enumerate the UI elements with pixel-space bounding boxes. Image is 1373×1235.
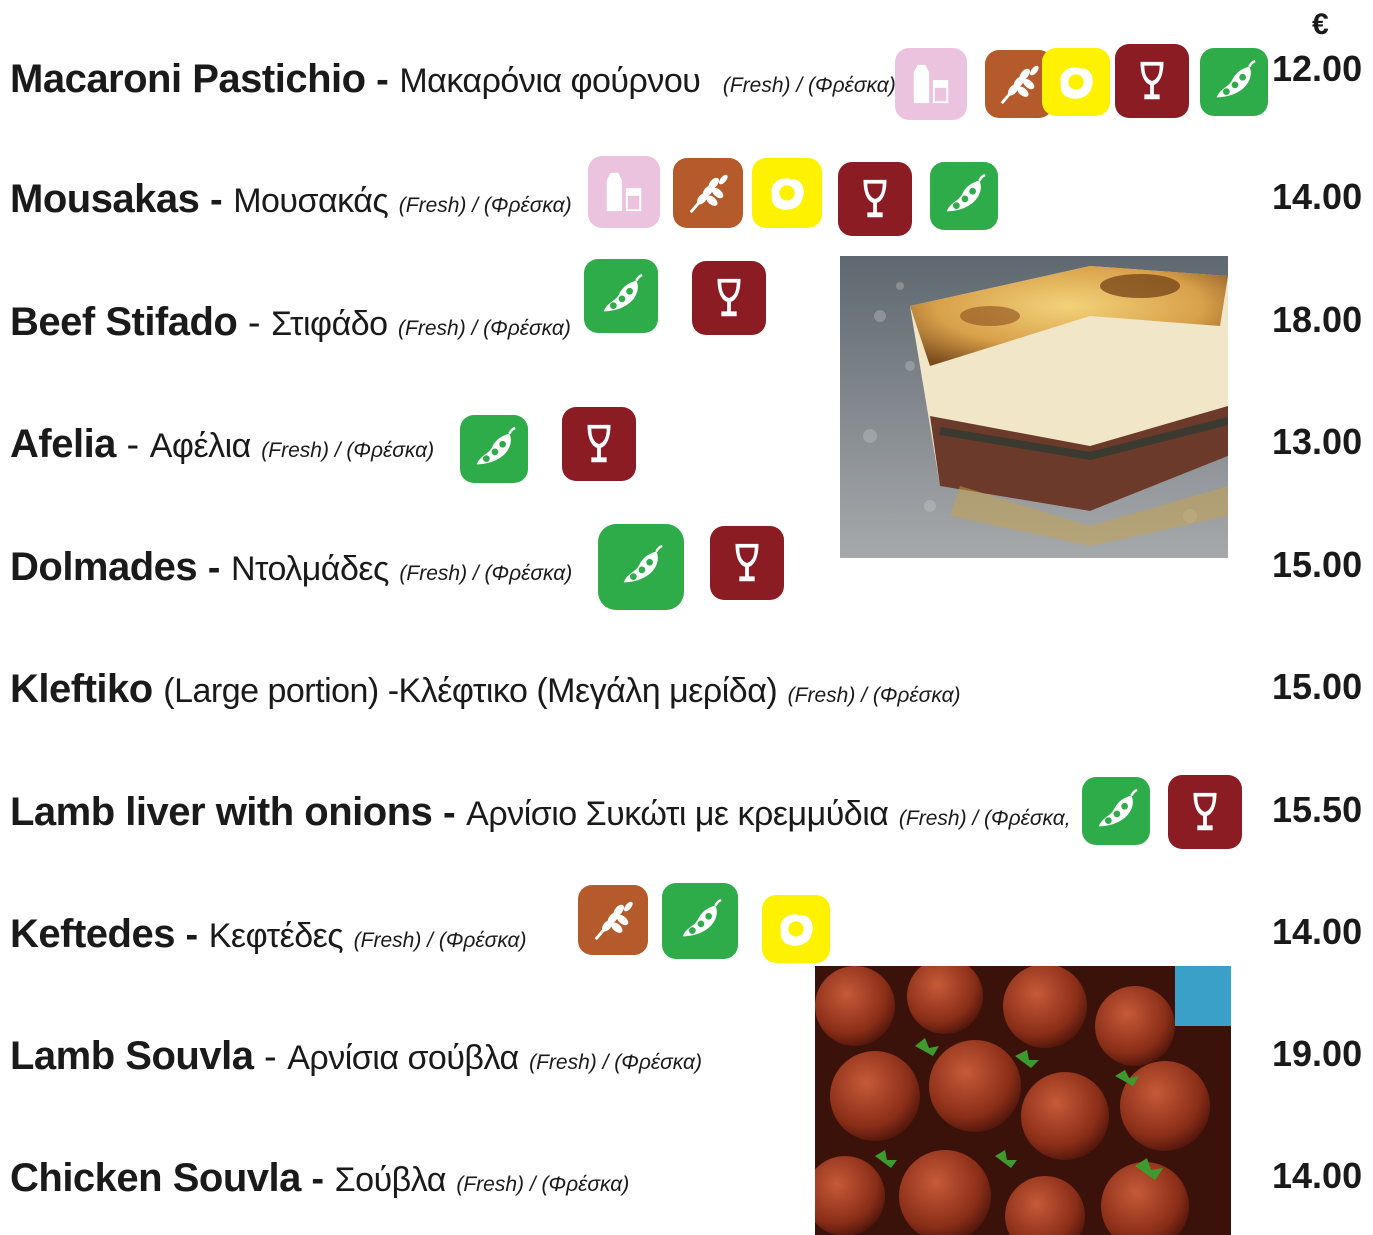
soybean-icon — [930, 162, 998, 230]
item-name-en: Mousakas — [10, 177, 200, 221]
item-separator: - — [432, 792, 467, 834]
egg-icon — [762, 895, 830, 963]
wine-glass-icon — [710, 526, 784, 600]
item-name-en: Beef Stifado — [10, 300, 238, 344]
item-name-gr: Αρνίσιο Συκώτι με κρεμμύδια — [466, 795, 889, 833]
milk-icon — [588, 156, 660, 228]
egg-icon — [1042, 48, 1110, 116]
gluten-icon — [578, 885, 648, 955]
item-name-en: Chicken Souvla — [10, 1156, 301, 1200]
item-name-gr: Μακαρόνια φούρνου — [399, 62, 701, 100]
fresh-label: (Fresh) / (Φρέσκα) — [722, 74, 896, 97]
wine-glass-icon — [562, 407, 636, 481]
item-name-en: Kleftiko — [10, 667, 153, 711]
milk-icon — [895, 48, 967, 120]
egg-icon — [752, 158, 822, 228]
item-separator: - — [199, 179, 234, 221]
item-separator: - — [174, 914, 209, 956]
item-name-en: Afelia — [10, 422, 116, 466]
wine-glass-icon — [838, 162, 912, 236]
item-price: 15.00 — [1272, 544, 1363, 585]
item-separator: - — [115, 424, 150, 466]
fresh-label: (Fresh) / (Φρέσκα) — [261, 439, 435, 462]
item-price: 13.00 — [1272, 421, 1363, 462]
item-name-gr: Κεφτέδες — [208, 917, 344, 955]
item-name-gr: Ντολμάδες — [230, 550, 389, 588]
currency-symbol: € — [1312, 8, 1329, 41]
fresh-label: (Fresh) / (Φρέσκα) — [353, 929, 527, 952]
fresh-label: (Fresh) / (Φρέσκα) — [398, 317, 571, 340]
moussaka-photo — [840, 256, 1228, 558]
item-price: 14.00 — [1272, 176, 1363, 217]
menu-item: Mousakas - Μουσακάς (Fresh) / (Φρέσκα) 1… — [10, 156, 1370, 240]
item-price: 14.00 — [1272, 1155, 1363, 1196]
wine-glass-icon — [1115, 44, 1189, 118]
item-name-gr: Μουσακάς — [233, 182, 389, 220]
fresh-label: (Fresh) / (Φρέσκα) — [787, 684, 961, 707]
fresh-label: (Fresh) / (Φρέσκα) — [456, 1173, 630, 1196]
menu-item: Lamb liver with onions - Αρνίσιο Συκώτι … — [10, 773, 1370, 853]
fresh-label: (Fresh) / (Φρέσκα) — [529, 1051, 702, 1074]
item-name-en: Keftedes — [10, 912, 175, 956]
fresh-label: (Fresh) / (Φρέσκα, — [898, 807, 1071, 830]
soybean-icon — [460, 415, 528, 483]
soybean-icon — [1082, 777, 1150, 845]
keftedes-photo — [815, 966, 1231, 1235]
item-name-en: Dolmades — [10, 545, 198, 589]
soybean-icon — [662, 883, 738, 959]
item-name-en: Lamb Souvla — [10, 1034, 254, 1078]
item-separator: - — [300, 1158, 335, 1200]
fresh-label: (Fresh) / (Φρέσκα) — [398, 194, 572, 217]
wine-glass-icon — [692, 261, 766, 335]
soybean-icon — [1200, 48, 1268, 116]
item-name-en: Lamb liver with onions — [10, 790, 433, 834]
item-price: 15.50 — [1272, 789, 1363, 830]
item-price: 18.00 — [1272, 299, 1363, 340]
wine-glass-icon — [1168, 775, 1242, 849]
item-name-gr: Στιφάδο — [271, 305, 388, 343]
item-name-gr: Σούβλα — [334, 1161, 447, 1199]
item-price: 19.00 — [1272, 1033, 1363, 1074]
fresh-label: (Fresh) / (Φρέσκα) — [399, 562, 573, 585]
soybean-icon — [584, 259, 658, 333]
item-separator: - — [365, 59, 400, 101]
item-separator: - — [197, 547, 231, 589]
menu-item: Kleftiko (Large portion) -Κλέφτικο (Μεγά… — [10, 650, 1370, 730]
item-name-gr: Αφέλια — [149, 427, 252, 465]
item-price: 15.00 — [1272, 666, 1363, 707]
item-price: 14.00 — [1272, 911, 1363, 952]
item-separator — [153, 669, 164, 711]
gluten-icon — [673, 158, 743, 228]
menu-item: Keftedes - Κεφτέδες (Fresh) / (Φρέσκα) 1… — [10, 883, 1370, 975]
item-name-gr: (Large portion) -Κλέφτικο (Μεγάλη μερίδα… — [163, 672, 778, 710]
item-name-en: Macaroni Pastichio — [10, 57, 366, 101]
soybean-icon — [598, 524, 684, 610]
item-price: 12.00 — [1272, 48, 1363, 89]
menu-item: Macaroni Pastichio - Μακαρόνια φούρνου (… — [10, 40, 1370, 120]
item-separator: - — [237, 302, 272, 344]
item-separator: - — [253, 1036, 288, 1078]
item-name-gr: Αρνίσια σούβλα — [287, 1039, 519, 1077]
